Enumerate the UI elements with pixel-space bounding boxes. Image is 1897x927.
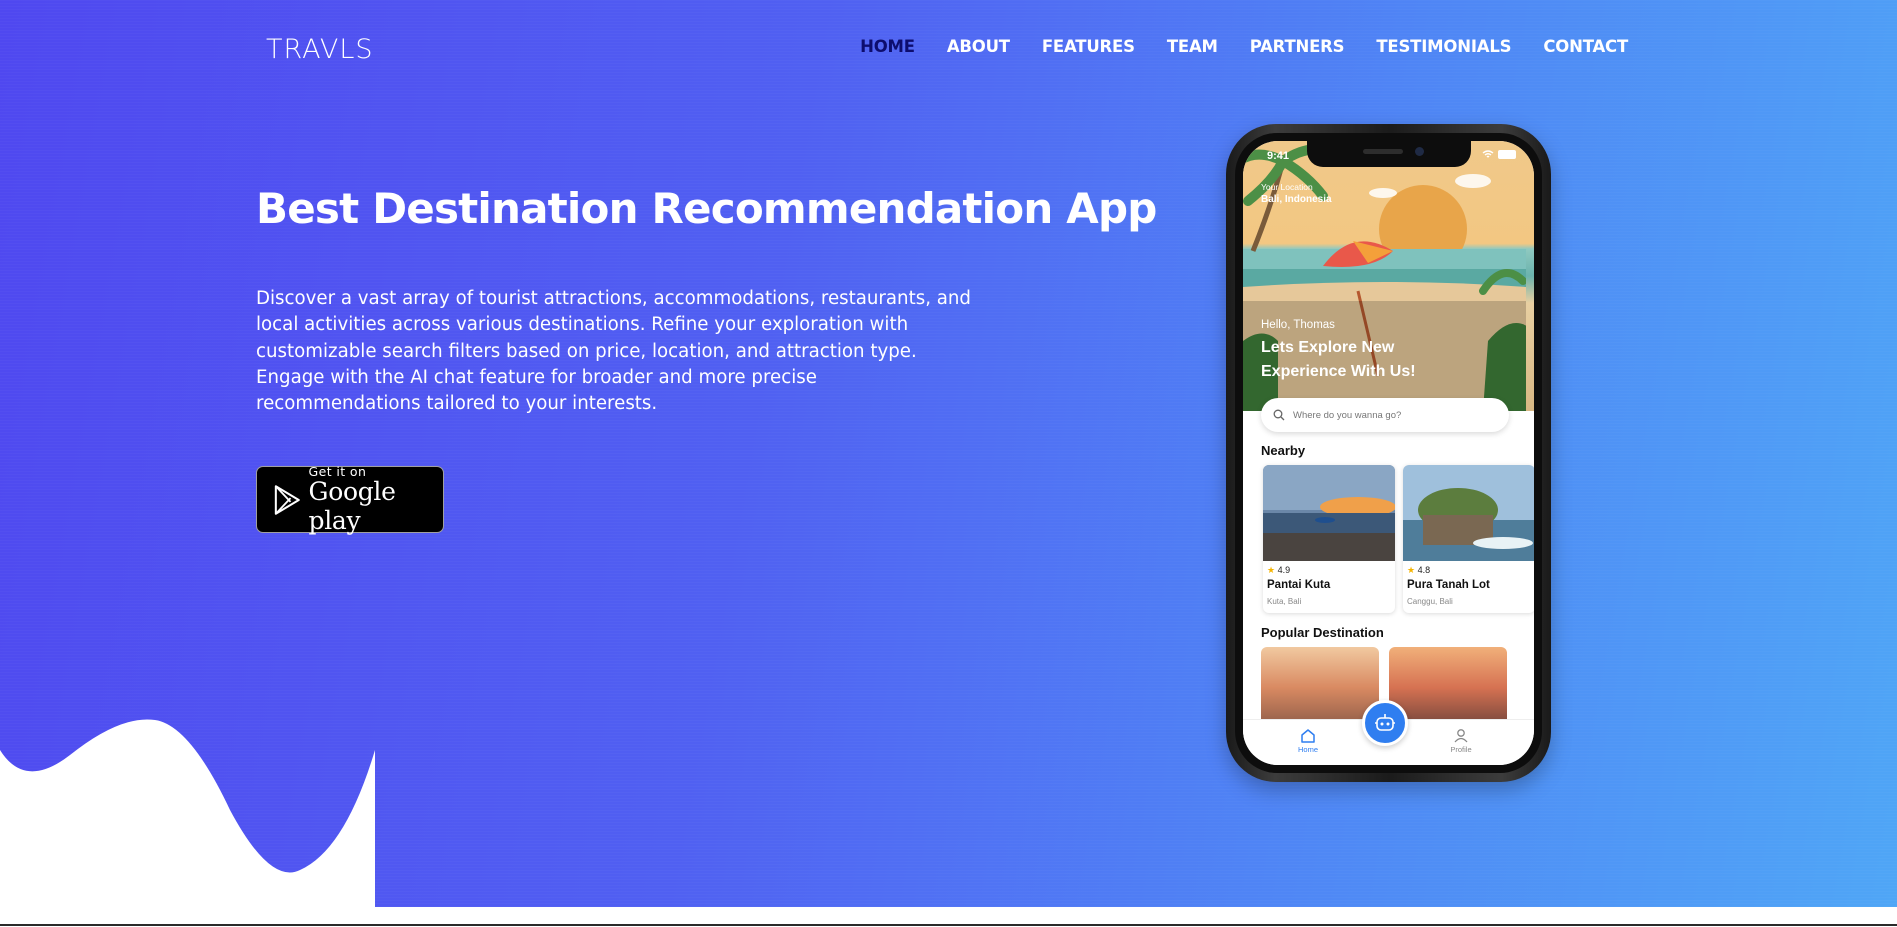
hero-title: Best Destination Recommendation App bbox=[256, 184, 1157, 233]
tab-profile[interactable]: Profile bbox=[1441, 728, 1481, 754]
greeting-text: Hello, Thomas bbox=[1261, 319, 1335, 331]
card-place: Kuta, Bali bbox=[1267, 597, 1302, 606]
nav-contact[interactable]: CONTACT bbox=[1543, 37, 1628, 56]
hero-section: TRAVLS HOME ABOUT FEATURES TEAM PARTNERS… bbox=[0, 0, 1897, 907]
location-value[interactable]: Bali, Indonesia bbox=[1261, 194, 1332, 205]
decorative-wave bbox=[0, 719, 375, 907]
robot-icon bbox=[1375, 714, 1395, 731]
main-nav: HOME ABOUT FEATURES TEAM PARTNERS TESTIM… bbox=[860, 37, 1628, 56]
popular-title: Popular Destination bbox=[1261, 625, 1384, 640]
google-play-icon bbox=[274, 484, 300, 515]
card-name: Pantai Kuta bbox=[1267, 579, 1331, 591]
app-search-input[interactable]: Where do you wanna go? bbox=[1261, 398, 1509, 432]
nearby-card[interactable]: ★ 4.9 Pantai Kuta Kuta, Bali bbox=[1263, 465, 1395, 613]
star-icon: ★ bbox=[1267, 565, 1276, 575]
page-bottom-border bbox=[0, 924, 1897, 926]
status-icons bbox=[1482, 150, 1516, 159]
google-play-button[interactable]: Get it on Google play bbox=[256, 464, 444, 535]
search-icon bbox=[1273, 409, 1285, 421]
app-banner: Your Location Bali, Indonesia Hello, Tho… bbox=[1243, 141, 1534, 411]
card-rating: ★ 4.8 bbox=[1407, 565, 1431, 575]
app-headline: Lets Explore New Experience With Us! bbox=[1261, 339, 1416, 380]
logo-text: TRAVLS bbox=[266, 34, 374, 65]
star-icon: ★ bbox=[1407, 565, 1416, 575]
nearby-card[interactable]: ★ 4.8 Pura Tanah Lot Canggu, Bali bbox=[1403, 465, 1534, 613]
location-label: Your Location bbox=[1261, 182, 1313, 192]
profile-icon bbox=[1454, 729, 1468, 743]
status-time: 9:41 bbox=[1267, 150, 1290, 162]
brand-logo[interactable]: TRAVLS bbox=[266, 34, 374, 65]
card-place: Canggu, Bali bbox=[1407, 597, 1453, 606]
phone-notch bbox=[1307, 141, 1471, 167]
tab-home[interactable]: Home bbox=[1288, 728, 1328, 754]
search-placeholder: Where do you wanna go? bbox=[1293, 409, 1402, 421]
home-icon bbox=[1301, 729, 1315, 743]
nav-about[interactable]: ABOUT bbox=[947, 37, 1010, 56]
app-tab-bar: Home Profile bbox=[1243, 700, 1534, 765]
nav-team[interactable]: TEAM bbox=[1167, 37, 1218, 56]
nearby-photo bbox=[1263, 465, 1395, 561]
phone-screen: 9:41 Your Location Bali, Indonesia Hello… bbox=[1243, 141, 1534, 765]
wifi-icon bbox=[1482, 150, 1494, 158]
nav-home[interactable]: HOME bbox=[860, 37, 915, 56]
card-name: Pura Tanah Lot bbox=[1407, 579, 1490, 591]
store-button-big-text: Google play bbox=[308, 477, 396, 535]
nav-features[interactable]: FEATURES bbox=[1042, 37, 1135, 56]
nearby-photo bbox=[1403, 465, 1534, 561]
nearby-title: Nearby bbox=[1261, 443, 1306, 458]
battery-icon bbox=[1498, 150, 1516, 159]
nav-testimonials[interactable]: TESTIMONIALS bbox=[1376, 37, 1511, 56]
phone-mockup: 9:41 Your Location Bali, Indonesia Hello… bbox=[1226, 124, 1551, 782]
ai-chat-button[interactable] bbox=[1362, 700, 1408, 746]
nav-partners[interactable]: PARTNERS bbox=[1250, 37, 1345, 56]
card-rating: ★ 4.9 bbox=[1267, 565, 1291, 575]
hero-description: Discover a vast array of tourist attract… bbox=[256, 288, 971, 415]
